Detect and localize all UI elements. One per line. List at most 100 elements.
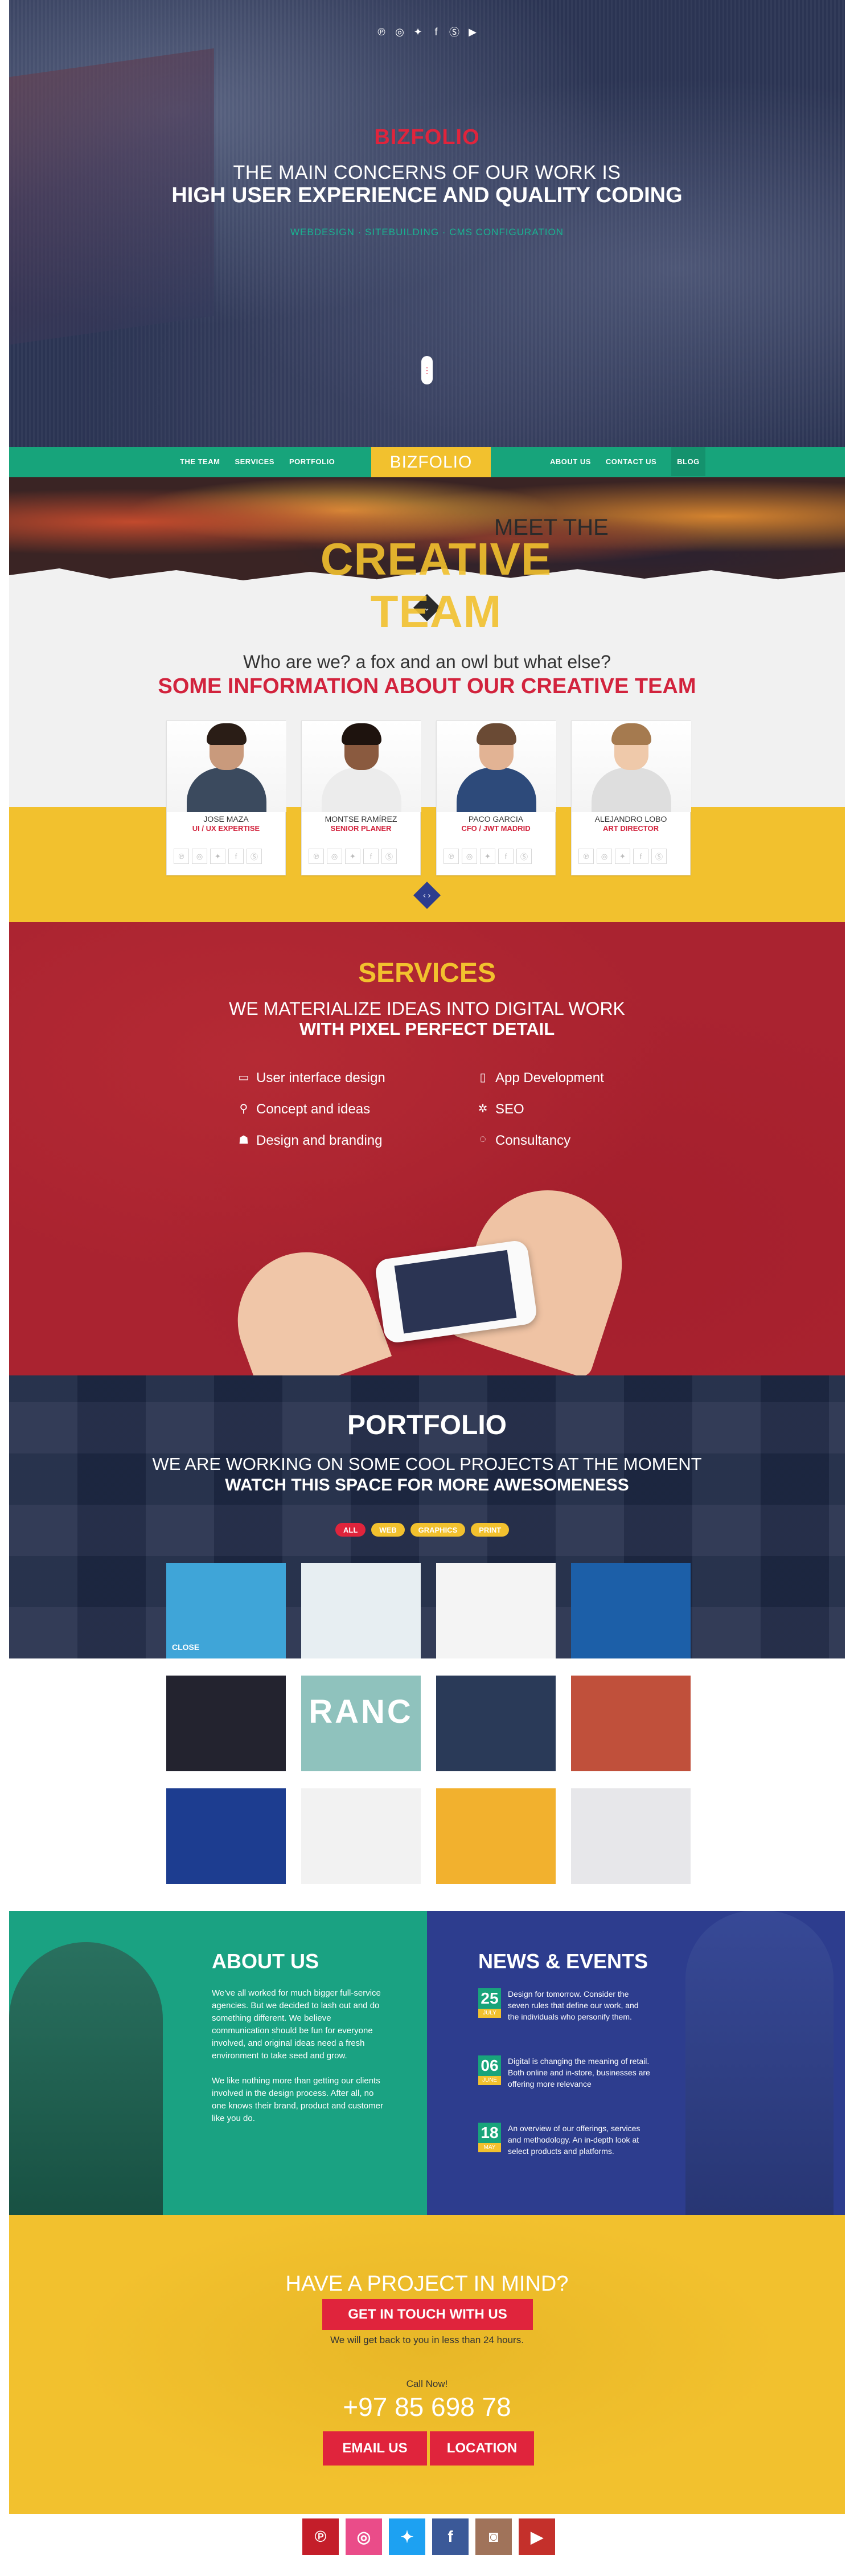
twitter-icon[interactable]: ✦ [210,849,225,864]
android-app-tile[interactable]: CLOSE [166,1563,286,1658]
team-member-role: CFO / JWT MADRID [461,824,531,833]
facebook-icon[interactable]: f [432,2518,469,2555]
skype-icon[interactable]: Ⓢ [516,849,532,864]
filter-web[interactable]: WEB [371,1523,405,1537]
dashboard-tile[interactable] [301,1563,421,1658]
news-item[interactable]: 25 JULY Design for tomorrow. Consider the… [478,1988,649,2051]
twitter-icon[interactable]: ✦ [411,25,425,39]
nav-item-portfolio[interactable]: PORTFOLIO [289,457,335,466]
news-item[interactable]: 18 MAY An overview of our offerings, serv… [478,2123,649,2185]
mobile-app-tile[interactable] [436,1676,556,1771]
location-button[interactable]: LOCATION [430,2431,534,2466]
dribbble-icon[interactable]: ◎ [393,25,407,39]
dribbble-icon[interactable]: ◎ [346,2518,382,2555]
youtube-icon[interactable]: ▶ [466,25,479,39]
date-badge: 18 MAY [478,2123,501,2152]
red-app-icon-tile[interactable] [571,1788,691,1884]
team-member-role: ART DIRECTOR [603,824,659,833]
date-month: JULY [478,2009,501,2018]
blog-web-tile[interactable] [301,1788,421,1884]
nav-item-about[interactable]: ABOUT US [550,457,591,476]
portfolio-subtitle: WE ARE WORKING ON SOME COOL PROJECTS AT … [152,1454,702,1474]
facebook-icon[interactable]: f [363,849,379,864]
hero-logo: BIZFOLIO [374,125,480,149]
news-section: NEWS & EVENTS 25 JULY Design for tomorrow… [427,1911,845,2215]
youtube-icon[interactable]: ▶ [519,2518,555,2555]
stationery-tile[interactable] [436,1788,556,1884]
scroll-down-button[interactable]: ⋮ [421,356,433,384]
service-label: Consultancy [495,1133,571,1148]
twitter-icon[interactable]: ✦ [615,849,630,864]
facebook-icon[interactable]: f [429,25,443,39]
pinterest-icon[interactable]: ℗ [302,2518,339,2555]
main-nav: THE TEAM SERVICES PORTFOLIO BIZFOLIO ABO… [9,447,845,477]
team-social-links: ℗ ◎ ✦ f Ⓢ [174,849,262,864]
skype-icon[interactable]: Ⓢ [447,25,461,39]
ranc-brand-tile[interactable]: RANC [301,1676,421,1771]
footer-social-links: ℗ ◎ ✦ f ◙ ▶ [302,2518,555,2555]
date-day: 06 [481,2057,499,2074]
pinterest-icon[interactable]: ℗ [444,849,459,864]
twitter-icon[interactable]: ✦ [345,849,360,864]
photo-hair [611,723,651,745]
filter-print[interactable]: PRINT [471,1523,510,1537]
dribbble-icon[interactable]: ◎ [327,849,342,864]
contact-section: HAVE A PROJECT IN MIND? GET IN TOUCH WIT… [9,2215,845,2514]
facebook-icon[interactable]: f [498,849,514,864]
skype-icon[interactable]: Ⓢ [651,849,667,864]
dribbble-icon[interactable]: ◎ [462,849,477,864]
phone-hand-tile[interactable] [571,1676,691,1771]
skype-icon[interactable]: Ⓢ [381,849,397,864]
instagram-icon[interactable]: ◙ [475,2518,512,2555]
nav-item-services[interactable]: SERVICES [235,457,274,466]
hero-tags: WEBDESIGN · SITEBUILDING · CMS CONFIGURA… [290,227,564,237]
twitter-icon[interactable]: ✦ [389,2518,425,2555]
skype-icon[interactable]: Ⓢ [247,849,262,864]
news-person-photo [685,1911,834,2215]
get-in-touch-button[interactable]: GET IN TOUCH WITH US [322,2299,533,2330]
pinterest-icon[interactable]: ℗ [174,849,189,864]
filter-all[interactable]: ALL [335,1523,366,1537]
services-section: SERVICES WE MATERIALIZE IDEAS INTO DIGIT… [9,922,845,1403]
service-item: ☗ Design and branding [237,1133,385,1164]
camera-icon-tile[interactable] [436,1563,556,1658]
mobile-icon: ▯ [479,1071,486,1084]
facebook-icon[interactable]: f [633,849,648,864]
about-section: ABOUT US We've all worked for much bigge… [9,1911,427,2215]
filter-graphics[interactable]: GRAPHICS [410,1523,466,1537]
portfolio-subtitle-bold: WATCH THIS SPACE FOR MORE AWESOMENESS [225,1476,629,1494]
who-title: SOME INFORMATION ABOUT OUR CREATIVE TEAM [158,674,696,698]
email-us-button[interactable]: EMAIL US [323,2431,427,2466]
photo-torso [457,768,536,812]
team-nav-button[interactable]: ‹ › [413,881,441,910]
about-paragraph-1: We've all worked for much bigger full-se… [212,1988,381,2061]
speed-app-tile[interactable] [571,1563,691,1658]
nav-item-team[interactable]: THE TEAM [180,457,220,466]
dribbble-icon[interactable]: ◎ [597,849,612,864]
facebook-icon[interactable]: f [228,849,244,864]
date-badge: 06 JUNE [478,2055,501,2085]
services-title: SERVICES [358,958,496,988]
nav-item-contact[interactable]: CONTACT US [606,457,656,476]
nav-item-blog[interactable]: BLOG [671,447,705,476]
chat-bubble-icon: ◌ [479,1133,486,1145]
photo-torso [322,768,401,812]
news-item[interactable]: 06 JUNE Digital is changing the meaning o… [478,2055,650,2118]
about-paragraph-2: We like nothing more than getting our cl… [212,2076,384,2123]
blue-web-tile[interactable] [166,1788,286,1884]
call-now-label: Call Now! [406,2378,448,2389]
product-ui-tile[interactable] [166,1676,286,1771]
nav-logo[interactable]: BIZFOLIO [371,447,491,477]
twitter-icon[interactable]: ✦ [480,849,495,864]
news-text: Digital is changing the meaning of retai… [508,2057,650,2088]
team-member-photo [572,721,691,812]
pinterest-icon[interactable]: ℗ [375,25,388,39]
pinterest-icon[interactable]: ℗ [578,849,594,864]
services-subtitle-bold: WITH PIXEL PERFECT DETAIL [299,1019,555,1039]
dribbble-icon[interactable]: ◎ [192,849,207,864]
team-member-name: JOSE MAZA [203,814,249,824]
team-card: JOSE MAZA UI / UX EXPERTISE ℗ ◎ ✦ f Ⓢ [166,720,286,875]
phone-number[interactable]: +97 85 698 78 [9,2391,845,2422]
date-day: 25 [481,1989,499,2007]
pinterest-icon[interactable]: ℗ [309,849,324,864]
